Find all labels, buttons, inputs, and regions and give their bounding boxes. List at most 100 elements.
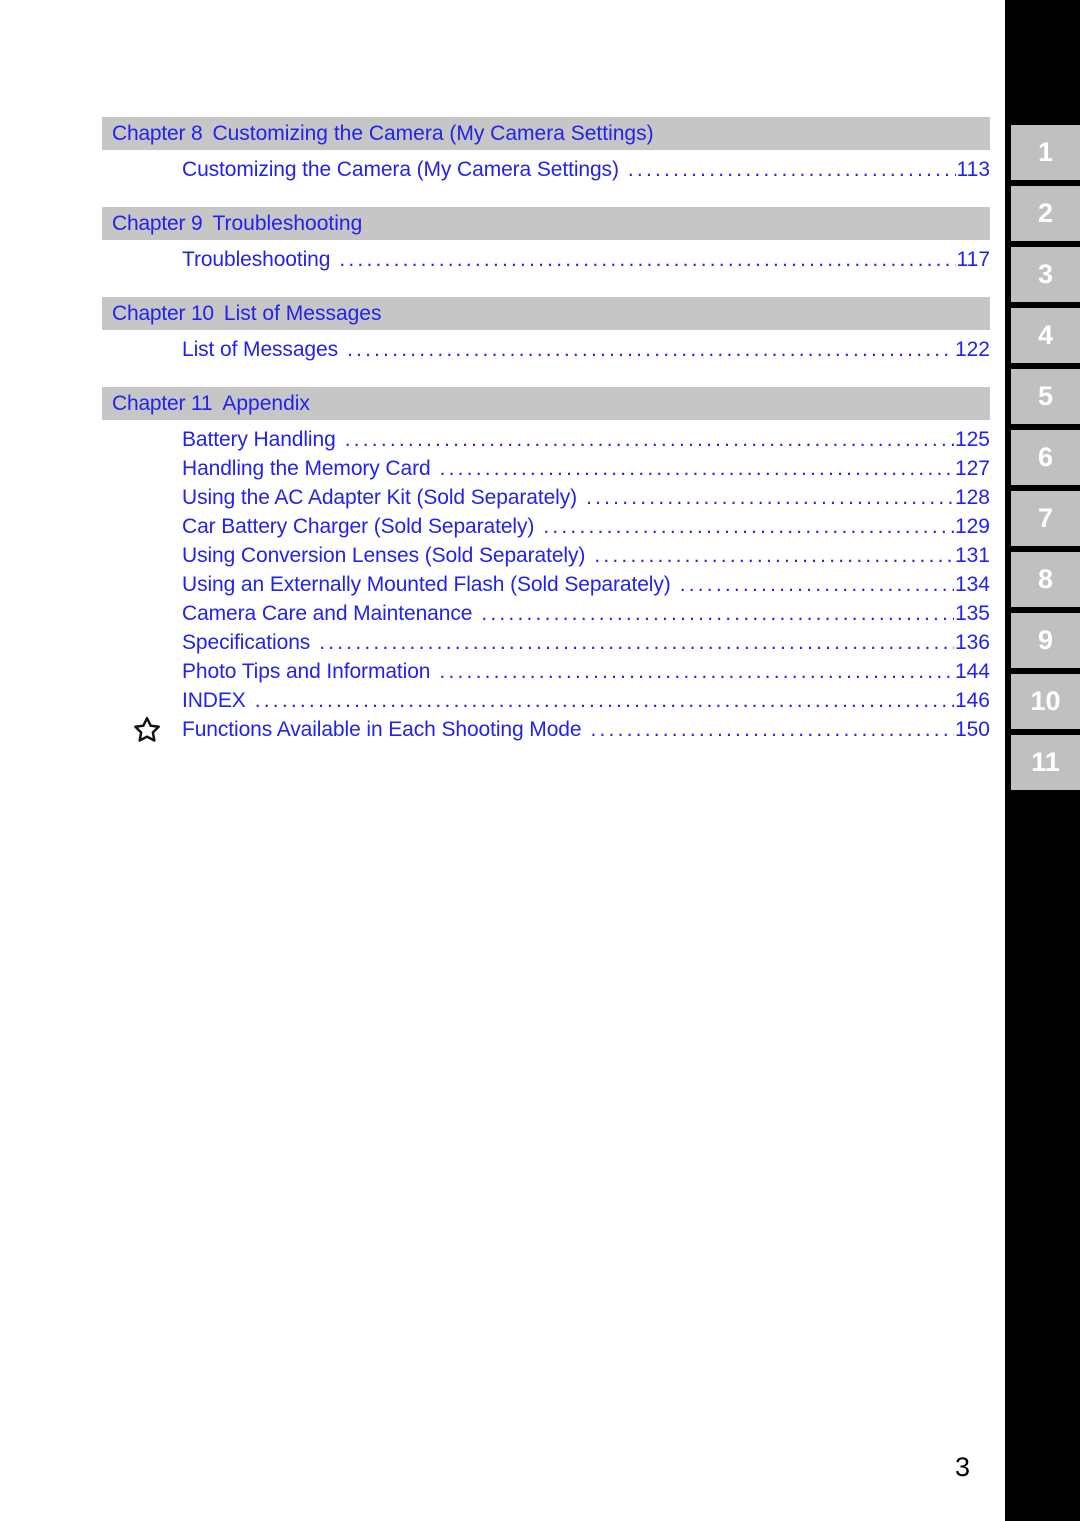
toc-entry-page-number: 128 <box>953 483 990 512</box>
dot-leader: ........................................… <box>594 544 990 567</box>
chapter-block: Chapter 8 Customizing the Camera (My Came… <box>102 117 990 184</box>
chapter-entry-list: Troubleshooting ........................… <box>102 240 990 274</box>
chapter-entry-list: Customizing the Camera (My Camera Settin… <box>102 150 990 184</box>
toc-entry-page-number: 144 <box>953 657 990 686</box>
toc-entry[interactable]: Handling the Memory Card ...............… <box>102 454 990 483</box>
table-of-contents: Chapter 8 Customizing the Camera (My Came… <box>102 0 990 744</box>
toc-entry[interactable]: Functions Available in Each Shooting Mod… <box>102 715 990 744</box>
toc-entry-title: List of Messages <box>182 338 338 361</box>
toc-entry-page-number: 117 <box>955 245 990 274</box>
toc-entry[interactable]: Camera Care and Maintenance ............… <box>102 599 990 628</box>
chapter-tab-3[interactable]: 3 <box>1011 247 1080 302</box>
toc-entry[interactable]: Car Battery Charger (Sold Separately) ..… <box>102 512 990 541</box>
chapter-title-label: Appendix <box>222 392 310 415</box>
chapter-block: Chapter 10 List of Messages List of Messag… <box>102 297 990 364</box>
chapter-tab-label: 2 <box>1037 198 1054 228</box>
toc-entry[interactable]: Specifications .........................… <box>102 628 990 657</box>
toc-entry-title: Car Battery Charger (Sold Separately) <box>182 515 535 538</box>
toc-entry-title: Handling the Memory Card <box>182 457 431 480</box>
dot-leader: ........................................… <box>586 486 990 509</box>
toc-entry[interactable]: Photo Tips and Information .............… <box>102 657 990 686</box>
chapter-tab-8[interactable]: 8 <box>1011 552 1080 607</box>
toc-entry[interactable]: Battery Handling .......................… <box>102 425 990 454</box>
chapter-number-label: Chapter 8 <box>112 122 203 145</box>
chapter-entry-list: Battery Handling .......................… <box>102 420 990 744</box>
chapter-number-label: Chapter 9 <box>112 212 203 235</box>
chapter-entry-list: List of Messages .......................… <box>102 330 990 364</box>
toc-entry[interactable]: Troubleshooting ........................… <box>102 245 990 274</box>
dot-leader: ........................................… <box>344 428 990 451</box>
chapter-tab-label: 1 <box>1037 137 1054 167</box>
chapter-tab-label: 7 <box>1037 503 1054 533</box>
toc-entry-page-number: 122 <box>953 335 990 364</box>
toc-entry-page-number: 125 <box>953 425 990 454</box>
dot-leader: ........................................… <box>339 248 990 271</box>
toc-entry-title: Using the AC Adapter Kit (Sold Separatel… <box>182 486 578 509</box>
dot-leader: ........................................… <box>347 338 990 361</box>
toc-entry[interactable]: Using Conversion Lenses (Sold Separately… <box>102 541 990 570</box>
toc-entry[interactable]: Using an Externally Mounted Flash (Sold … <box>102 570 990 599</box>
chapter-tab-11[interactable]: 11 <box>1011 735 1080 790</box>
chapter-tab-label: 9 <box>1037 625 1054 655</box>
toc-entry-page-number: 129 <box>953 512 990 541</box>
toc-entry-page-number: 150 <box>953 715 990 744</box>
dot-leader: ........................................… <box>245 689 990 712</box>
chapter-tab-label: 4 <box>1037 320 1054 350</box>
toc-entry-page-number: 113 <box>955 155 990 184</box>
toc-entry-page-number: 127 <box>953 454 990 483</box>
chapter-title-label: Troubleshooting <box>212 212 363 235</box>
chapter-tab-4[interactable]: 4 <box>1011 308 1080 363</box>
toc-entry[interactable]: INDEX ..................................… <box>102 686 990 715</box>
chapter-tab-label: 6 <box>1037 442 1054 472</box>
chapter-tab-10[interactable]: 10 <box>1011 674 1080 729</box>
chapter-tab-5[interactable]: 5 <box>1011 369 1080 424</box>
toc-entry-page-number: 135 <box>953 599 990 628</box>
chapter-tab-9[interactable]: 9 <box>1011 613 1080 668</box>
dot-leader: ........................................… <box>679 573 990 596</box>
toc-entry-title: INDEX <box>182 689 246 712</box>
toc-entry[interactable]: Customizing the Camera (My Camera Settin… <box>102 155 990 184</box>
chapter-tab-6[interactable]: 6 <box>1011 430 1080 485</box>
chapter-block: Chapter 11 Appendix Battery Handling .....… <box>102 387 990 744</box>
dot-leader: ........................................… <box>627 158 990 181</box>
dot-leader: ........................................… <box>543 515 990 538</box>
chapter-tab-label: 11 <box>1031 747 1060 777</box>
toc-entry-title: Using Conversion Lenses (Sold Separately… <box>182 544 586 567</box>
toc-entry[interactable]: Using the AC Adapter Kit (Sold Separatel… <box>102 483 990 512</box>
chapter-tab-label: 3 <box>1037 259 1054 289</box>
chapter-tab-label: 10 <box>1030 686 1061 716</box>
toc-entry-page-number: 146 <box>953 686 990 715</box>
chapter-title-label: List of Messages <box>223 302 382 325</box>
chapter-title-label: Customizing the Camera (My Camera Settin… <box>212 122 654 145</box>
dot-leader: ........................................… <box>439 457 990 480</box>
top-spacer <box>102 0 990 117</box>
toc-entry-page-number: 134 <box>953 570 990 599</box>
toc-entry-title: Specifications <box>182 631 311 654</box>
chapter-header-bar[interactable]: Chapter 8 Customizing the Camera (My Came… <box>102 117 990 150</box>
page-number: 3 <box>955 1452 971 1482</box>
chapter-header-bar[interactable]: Chapter 11 Appendix <box>102 387 990 420</box>
toc-entry-title: Troubleshooting <box>182 248 331 271</box>
toc-entry[interactable]: List of Messages .......................… <box>102 335 990 364</box>
toc-entry-title: Functions Available in Each Shooting Mod… <box>182 718 582 741</box>
chapter-block: Chapter 9 Troubleshooting Troubleshooting … <box>102 207 990 274</box>
chapter-header-bar[interactable]: Chapter 10 List of Messages <box>102 297 990 330</box>
toc-entry-title: Using an Externally Mounted Flash (Sold … <box>182 573 671 596</box>
star-icon <box>134 716 160 742</box>
toc-entry-title: Camera Care and Maintenance <box>182 602 473 625</box>
dot-leader: ........................................… <box>590 718 990 741</box>
chapter-tab-1[interactable]: 1 <box>1011 125 1080 180</box>
chapter-header-bar[interactable]: Chapter 9 Troubleshooting <box>102 207 990 240</box>
toc-entry-page-number: 131 <box>953 541 990 570</box>
chapter-tab-7[interactable]: 7 <box>1011 491 1080 546</box>
toc-entry-title: Photo Tips and Information <box>182 660 431 683</box>
chapter-tab-label: 8 <box>1037 564 1054 594</box>
dot-leader: ........................................… <box>481 602 990 625</box>
toc-entry-title: Customizing the Camera (My Camera Settin… <box>182 158 619 181</box>
chapter-tab-2[interactable]: 2 <box>1011 186 1080 241</box>
toc-entry-title: Battery Handling <box>182 428 336 451</box>
dot-leader: ........................................… <box>319 631 990 654</box>
